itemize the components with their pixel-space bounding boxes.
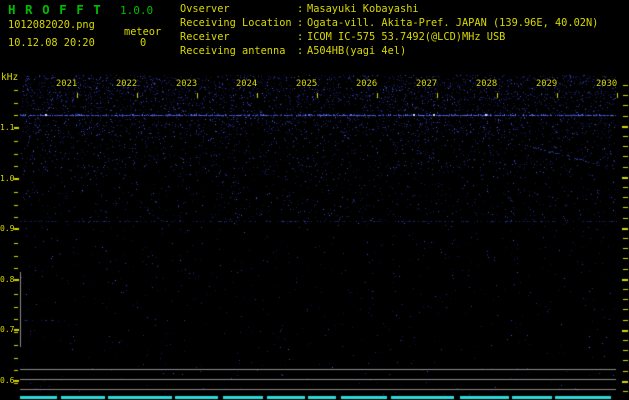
freq-label-1.0: 1.0 [0, 174, 15, 183]
time-label-2023: 2023 [176, 79, 198, 89]
freq-label-0.9: 0.9 [0, 224, 15, 233]
freq-label-1.1: 1.1 [0, 123, 15, 132]
time-label-2026: 2026 [356, 79, 378, 89]
time-label-2027: 2027 [416, 79, 438, 89]
time-label-2030: 2030 [596, 79, 618, 89]
time-label-2025: 2025 [296, 79, 318, 89]
freq-label-0.8: 0.8 [0, 275, 15, 284]
freq-label-0.6: 0.6 [0, 376, 15, 385]
spectrogram-canvas [0, 0, 629, 400]
time-label-2022: 2022 [116, 79, 138, 89]
frequency-unit-label: kHz [1, 72, 19, 83]
time-label-2024: 2024 [236, 79, 258, 89]
hrofft-screen: H R O F F T 1.0.0 1012082020.png meteor … [0, 0, 629, 400]
freq-label-0.7: 0.7 [0, 325, 15, 334]
time-label-2029: 2029 [536, 79, 558, 89]
time-label-2021: 2021 [56, 79, 78, 89]
time-label-2028: 2028 [476, 79, 498, 89]
